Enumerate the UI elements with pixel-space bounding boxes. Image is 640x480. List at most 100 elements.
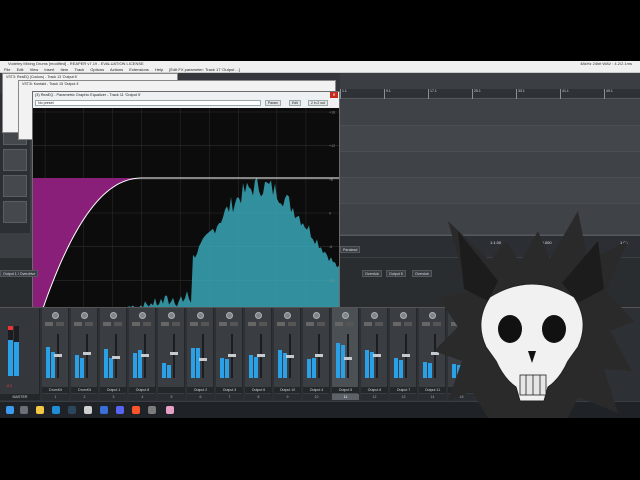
pan-knob[interactable] [400, 312, 407, 319]
mixer-strip[interactable]: Output 5 11 [332, 308, 359, 400]
pan-knob[interactable] [342, 312, 349, 319]
mute-button[interactable] [172, 322, 180, 326]
pan-knob[interactable] [313, 312, 320, 319]
mixer-strip[interactable]: Output 6 12 [361, 308, 388, 400]
fader-handle[interactable] [83, 352, 91, 355]
track-name[interactable]: DrumKit [71, 387, 98, 393]
edge-icon[interactable] [52, 406, 60, 414]
io-button[interactable]: 2 in 2 out [308, 100, 328, 106]
record-arm-button[interactable] [45, 322, 53, 326]
track-name[interactable]: Output 1 [100, 387, 127, 393]
pan-knob[interactable] [81, 312, 88, 319]
app-icon[interactable] [166, 406, 174, 414]
pan-knob[interactable] [371, 312, 378, 319]
store-icon[interactable] [100, 406, 108, 414]
track-label[interactable]: Overdub [362, 270, 382, 277]
search-icon[interactable] [20, 406, 28, 414]
explorer-icon[interactable] [36, 406, 44, 414]
pan-knob[interactable] [52, 312, 59, 319]
obs-icon[interactable] [148, 406, 156, 414]
menu-options[interactable]: Options [90, 67, 104, 72]
mute-button[interactable] [114, 322, 122, 326]
fader-handle[interactable] [402, 354, 410, 357]
fader-handle[interactable] [344, 357, 352, 360]
track-lane[interactable] [340, 100, 640, 126]
fader-track[interactable] [202, 334, 204, 378]
close-icon[interactable]: ✕ [330, 92, 338, 98]
mixer-strip[interactable]: Output 68 [245, 308, 272, 400]
record-arm-button[interactable] [132, 322, 140, 326]
fader-handle[interactable] [286, 355, 294, 358]
pan-knob[interactable] [110, 312, 117, 319]
fader-track[interactable] [86, 334, 88, 378]
mute-button[interactable] [375, 322, 383, 326]
edit-button[interactable]: Edit [289, 100, 301, 106]
mixer-strip[interactable]: Output 26 [187, 308, 214, 400]
fader-handle[interactable] [199, 358, 207, 361]
track-label[interactable]: Paralead [340, 246, 361, 253]
menu-insert[interactable]: Insert [44, 67, 54, 72]
fader-handle[interactable] [170, 352, 178, 355]
preset-dropdown[interactable]: No preset [35, 100, 261, 106]
pan-knob[interactable] [139, 312, 146, 319]
discord-icon[interactable] [116, 406, 124, 414]
eq-graph[interactable]: +18+12+60-6-12-1820501002005001k2k5k10k [33, 108, 339, 332]
record-arm-button[interactable] [277, 322, 285, 326]
fader-handle[interactable] [315, 354, 323, 357]
record-arm-button[interactable] [335, 322, 343, 326]
pan-knob[interactable] [255, 312, 262, 319]
mute-button[interactable] [85, 322, 93, 326]
track-lane[interactable] [340, 126, 640, 152]
record-arm-button[interactable] [74, 322, 82, 326]
mixer-strip[interactable]: Output 13 [100, 308, 127, 400]
track-name[interactable] [158, 387, 185, 393]
track-name[interactable]: DrumKit [42, 387, 69, 393]
menu-item[interactable]: Item [60, 67, 68, 72]
fader-handle[interactable] [257, 354, 265, 357]
pan-knob[interactable] [197, 312, 204, 319]
track-header[interactable] [3, 201, 27, 223]
fader-handle[interactable] [141, 354, 149, 357]
mixer-strip[interactable]: DrumKit 2 [71, 308, 98, 400]
fader-handle[interactable] [228, 354, 236, 357]
record-arm-button[interactable] [219, 322, 227, 326]
track-lane[interactable] [340, 152, 640, 178]
track-label[interactable]: Output 1 / Overdrive [0, 270, 39, 277]
fader-handle[interactable] [54, 354, 62, 357]
mute-button[interactable] [346, 322, 354, 326]
pan-knob[interactable] [284, 312, 291, 319]
track-name[interactable]: Output 5 [332, 387, 359, 393]
mute-button[interactable] [56, 322, 64, 326]
menu-help[interactable]: Help [155, 67, 163, 72]
mixer-strip[interactable]: Output 10 9 [274, 308, 301, 400]
menu-track[interactable]: Track [74, 67, 84, 72]
record-arm-button[interactable] [161, 322, 169, 326]
pan-knob[interactable] [168, 312, 175, 319]
track-label[interactable]: Output 5 [386, 270, 406, 277]
mute-button[interactable] [143, 322, 151, 326]
menu-file[interactable]: File [4, 67, 10, 72]
mixer-strip[interactable]: Output 4 10 [303, 308, 330, 400]
track-name[interactable]: Output 6 [361, 387, 388, 393]
track-name[interactable]: Output 10 [274, 387, 301, 393]
mute-button[interactable] [317, 322, 325, 326]
track-name[interactable]: Output 2 [187, 387, 214, 393]
record-arm-button[interactable] [306, 322, 314, 326]
track-name[interactable]: Output 7 [390, 387, 417, 393]
record-arm-button[interactable] [248, 322, 256, 326]
track-header[interactable] [3, 175, 27, 197]
menu-actions[interactable]: Actions [110, 67, 123, 72]
brave-icon[interactable] [132, 406, 140, 414]
track-name[interactable]: Output 8 [129, 387, 156, 393]
menu-edit[interactable]: Edit [17, 67, 24, 72]
track-name[interactable]: Output 4 [303, 387, 330, 393]
fader-track[interactable] [347, 334, 349, 378]
mute-button[interactable] [288, 322, 296, 326]
windows-icon[interactable] [6, 406, 14, 414]
record-arm-button[interactable] [190, 322, 198, 326]
mixer-strip[interactable]: Output 37 [216, 308, 243, 400]
mixer-strip[interactable]: 5 [158, 308, 185, 400]
menu-extensions[interactable]: Extensions [129, 67, 149, 72]
fader-handle[interactable] [112, 356, 120, 359]
menu-view[interactable]: View [30, 67, 39, 72]
